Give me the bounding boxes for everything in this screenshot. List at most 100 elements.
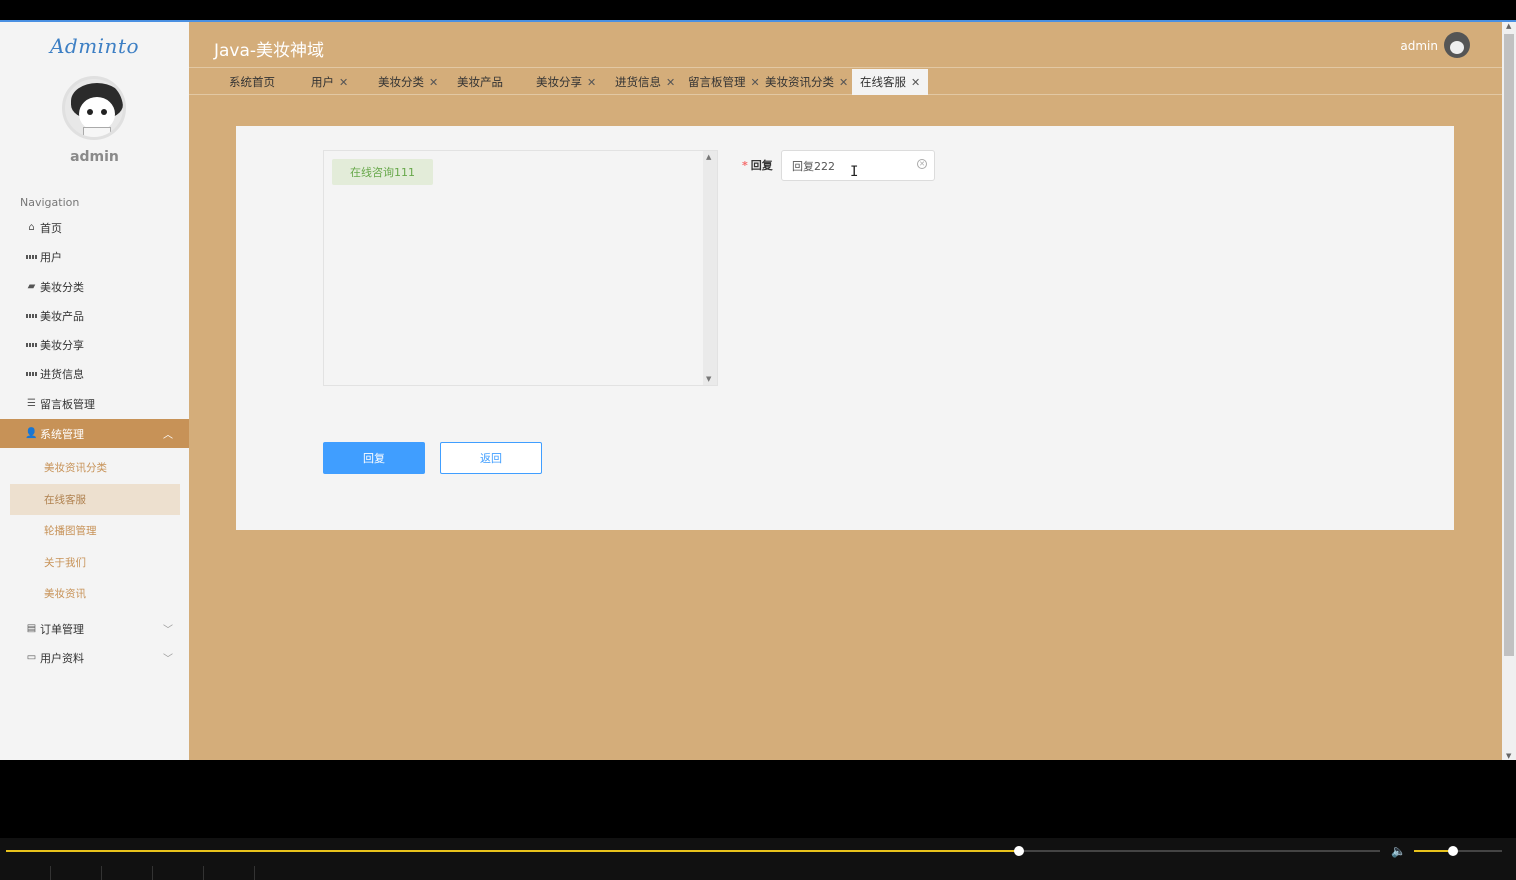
sidebar-subitem-label: 在线客服 (44, 494, 86, 506)
close-icon[interactable]: ✕ (839, 76, 848, 89)
chat-message-list[interactable]: 在线咨询111 ▲ ▼ (323, 150, 718, 386)
scrollbar-thumb[interactable] (1504, 34, 1514, 656)
close-icon[interactable]: ✕ (911, 76, 920, 89)
reply-input-value: 回复222 (792, 159, 835, 173)
reply-field-label: * 回复 (742, 157, 773, 173)
required-mark: * (742, 159, 748, 172)
grid-icon (26, 251, 37, 262)
sidebar-item-label: 系统管理 (40, 427, 84, 441)
sidebar-item-label: 美妆分类 (40, 280, 84, 294)
sidebar-username: admin (70, 149, 119, 165)
sliders-icon: ☰ (27, 398, 36, 409)
scroll-down-icon[interactable]: ▼ (1506, 752, 1511, 760)
chevron-up-icon: ︿ (163, 430, 173, 441)
grid-icon (26, 339, 37, 350)
tab-beauty-news-category[interactable]: 美妆资讯分类 ✕ (765, 69, 848, 95)
sidebar-item-system-management[interactable]: 👤 系统管理 ︿ (0, 419, 189, 448)
tab-label: 系统首页 (229, 75, 275, 89)
nav-section-title: Navigation (20, 196, 80, 209)
seek-bar[interactable] (6, 846, 1380, 856)
seek-handle[interactable] (1013, 846, 1024, 856)
sidebar-subitem-label: 美妆资讯分类 (44, 462, 107, 474)
sidebar-item-purchase-info[interactable]: 进货信息 (0, 359, 189, 388)
player-button[interactable] (204, 866, 255, 880)
grid-icon (26, 368, 37, 379)
close-icon[interactable]: ✕ (751, 76, 760, 89)
clipboard-icon: ▤ (26, 623, 37, 634)
tab-message-board[interactable]: 留言板管理 ✕ (688, 69, 760, 95)
player-button[interactable] (102, 866, 153, 880)
briefcase-icon: ▰ (27, 281, 36, 292)
sidebar-subitem-carousel[interactable]: 轮播图管理 (10, 515, 180, 546)
scroll-up-icon[interactable]: ▲ (706, 153, 711, 161)
page-scrollbar[interactable]: ▲ ▼ (1502, 22, 1516, 760)
sidebar-item-home[interactable]: ⌂ 首页 (0, 213, 189, 242)
sidebar-item-label: 用户 (40, 250, 62, 264)
scroll-down-icon[interactable]: ▼ (706, 375, 711, 383)
header-username[interactable]: admin (1400, 39, 1438, 53)
tab-users[interactable]: 用户 ✕ (311, 69, 348, 95)
sidebar-subitem-beauty-news[interactable]: 美妆资讯 (10, 578, 180, 609)
sidebar-item-label: 美妆分享 (40, 338, 84, 352)
window-top-bar (0, 0, 1516, 22)
sidebar-item-label: 美妆产品 (40, 309, 84, 323)
user-avatar[interactable] (62, 76, 126, 140)
close-icon[interactable]: ✕ (587, 76, 596, 89)
tab-label: 进货信息 (615, 75, 661, 89)
volume-icon[interactable]: 🔈 (1391, 844, 1406, 858)
sidebar-item-orders[interactable]: ▤ 订单管理 ﹀ (0, 614, 189, 643)
seek-progress (6, 850, 1019, 852)
sidebar: Adminto admin Navigation ⌂ 首页 用户 ▰ 美妆分类 … (0, 22, 189, 760)
sidebar-item-beauty-share[interactable]: 美妆分享 (0, 330, 189, 359)
top-header: Java-美妆神域 admin (189, 22, 1502, 68)
app-title: Java-美妆神域 (214, 41, 325, 61)
content-card: 在线咨询111 ▲ ▼ * 回复 回复222 ✕ I 回复 返回 (236, 126, 1454, 530)
back-button[interactable]: 返回 (440, 442, 542, 474)
chat-scrollbar[interactable]: ▲ ▼ (703, 151, 717, 385)
tab-online-service[interactable]: 在线客服 ✕ (852, 69, 929, 95)
scroll-up-icon[interactable]: ▲ (1506, 22, 1511, 30)
sidebar-item-users[interactable]: 用户 (0, 242, 189, 271)
tab-label: 用户 (311, 75, 334, 89)
player-button[interactable] (51, 866, 102, 880)
text-cursor-icon: I (850, 164, 859, 180)
reply-submit-button[interactable]: 回复 (323, 442, 425, 474)
close-icon[interactable]: ✕ (666, 76, 675, 89)
tab-beauty-products[interactable]: 美妆产品 (457, 69, 503, 95)
sidebar-item-label: 进货信息 (40, 367, 84, 381)
clear-icon[interactable]: ✕ (917, 159, 927, 169)
grid-icon (26, 310, 37, 321)
tab-label: 美妆分享 (536, 75, 582, 89)
close-icon[interactable]: ✕ (339, 76, 348, 89)
player-button[interactable] (153, 866, 204, 880)
sidebar-item-label: 留言板管理 (40, 397, 95, 411)
sidebar-item-message-board[interactable]: ☰ 留言板管理 (0, 389, 189, 418)
sidebar-item-beauty-category[interactable]: ▰ 美妆分类 (0, 272, 189, 301)
app-logo[interactable]: Adminto (0, 34, 189, 58)
volume-handle[interactable] (1447, 846, 1458, 856)
reply-label-text: 回复 (750, 159, 773, 172)
admin-app: Adminto admin Navigation ⌂ 首页 用户 ▰ 美妆分类 … (0, 22, 1516, 760)
player-button[interactable] (0, 866, 51, 880)
tab-label: 美妆分类 (378, 75, 424, 89)
tab-label: 美妆产品 (457, 75, 503, 89)
tab-beauty-share[interactable]: 美妆分享 ✕ (536, 69, 596, 95)
sidebar-item-beauty-products[interactable]: 美妆产品 (0, 301, 189, 330)
video-player-controls: 🔈 (0, 838, 1516, 880)
tab-home[interactable]: 系统首页 (229, 69, 275, 95)
tab-label: 美妆资讯分类 (765, 75, 834, 89)
sidebar-subitem-beauty-news-category[interactable]: 美妆资讯分类 (10, 452, 180, 483)
sidebar-subitem-about-us[interactable]: 关于我们 (10, 547, 180, 578)
close-icon[interactable]: ✕ (429, 76, 438, 89)
sidebar-subitem-online-service[interactable]: 在线客服 (10, 484, 180, 515)
sidebar-item-user-profile[interactable]: ▭ 用户资料 ﹀ (0, 643, 189, 672)
header-avatar[interactable] (1444, 32, 1470, 58)
home-icon: ⌂ (28, 222, 35, 233)
volume-slider[interactable] (1414, 846, 1502, 856)
sidebar-subitem-label: 关于我们 (44, 557, 86, 569)
user-icon: 👤 (25, 428, 38, 439)
player-button-row (0, 866, 255, 880)
sidebar-subitem-label: 轮播图管理 (44, 525, 97, 537)
tab-purchase-info[interactable]: 进货信息 ✕ (615, 69, 675, 95)
tab-beauty-category[interactable]: 美妆分类 ✕ (378, 69, 438, 95)
